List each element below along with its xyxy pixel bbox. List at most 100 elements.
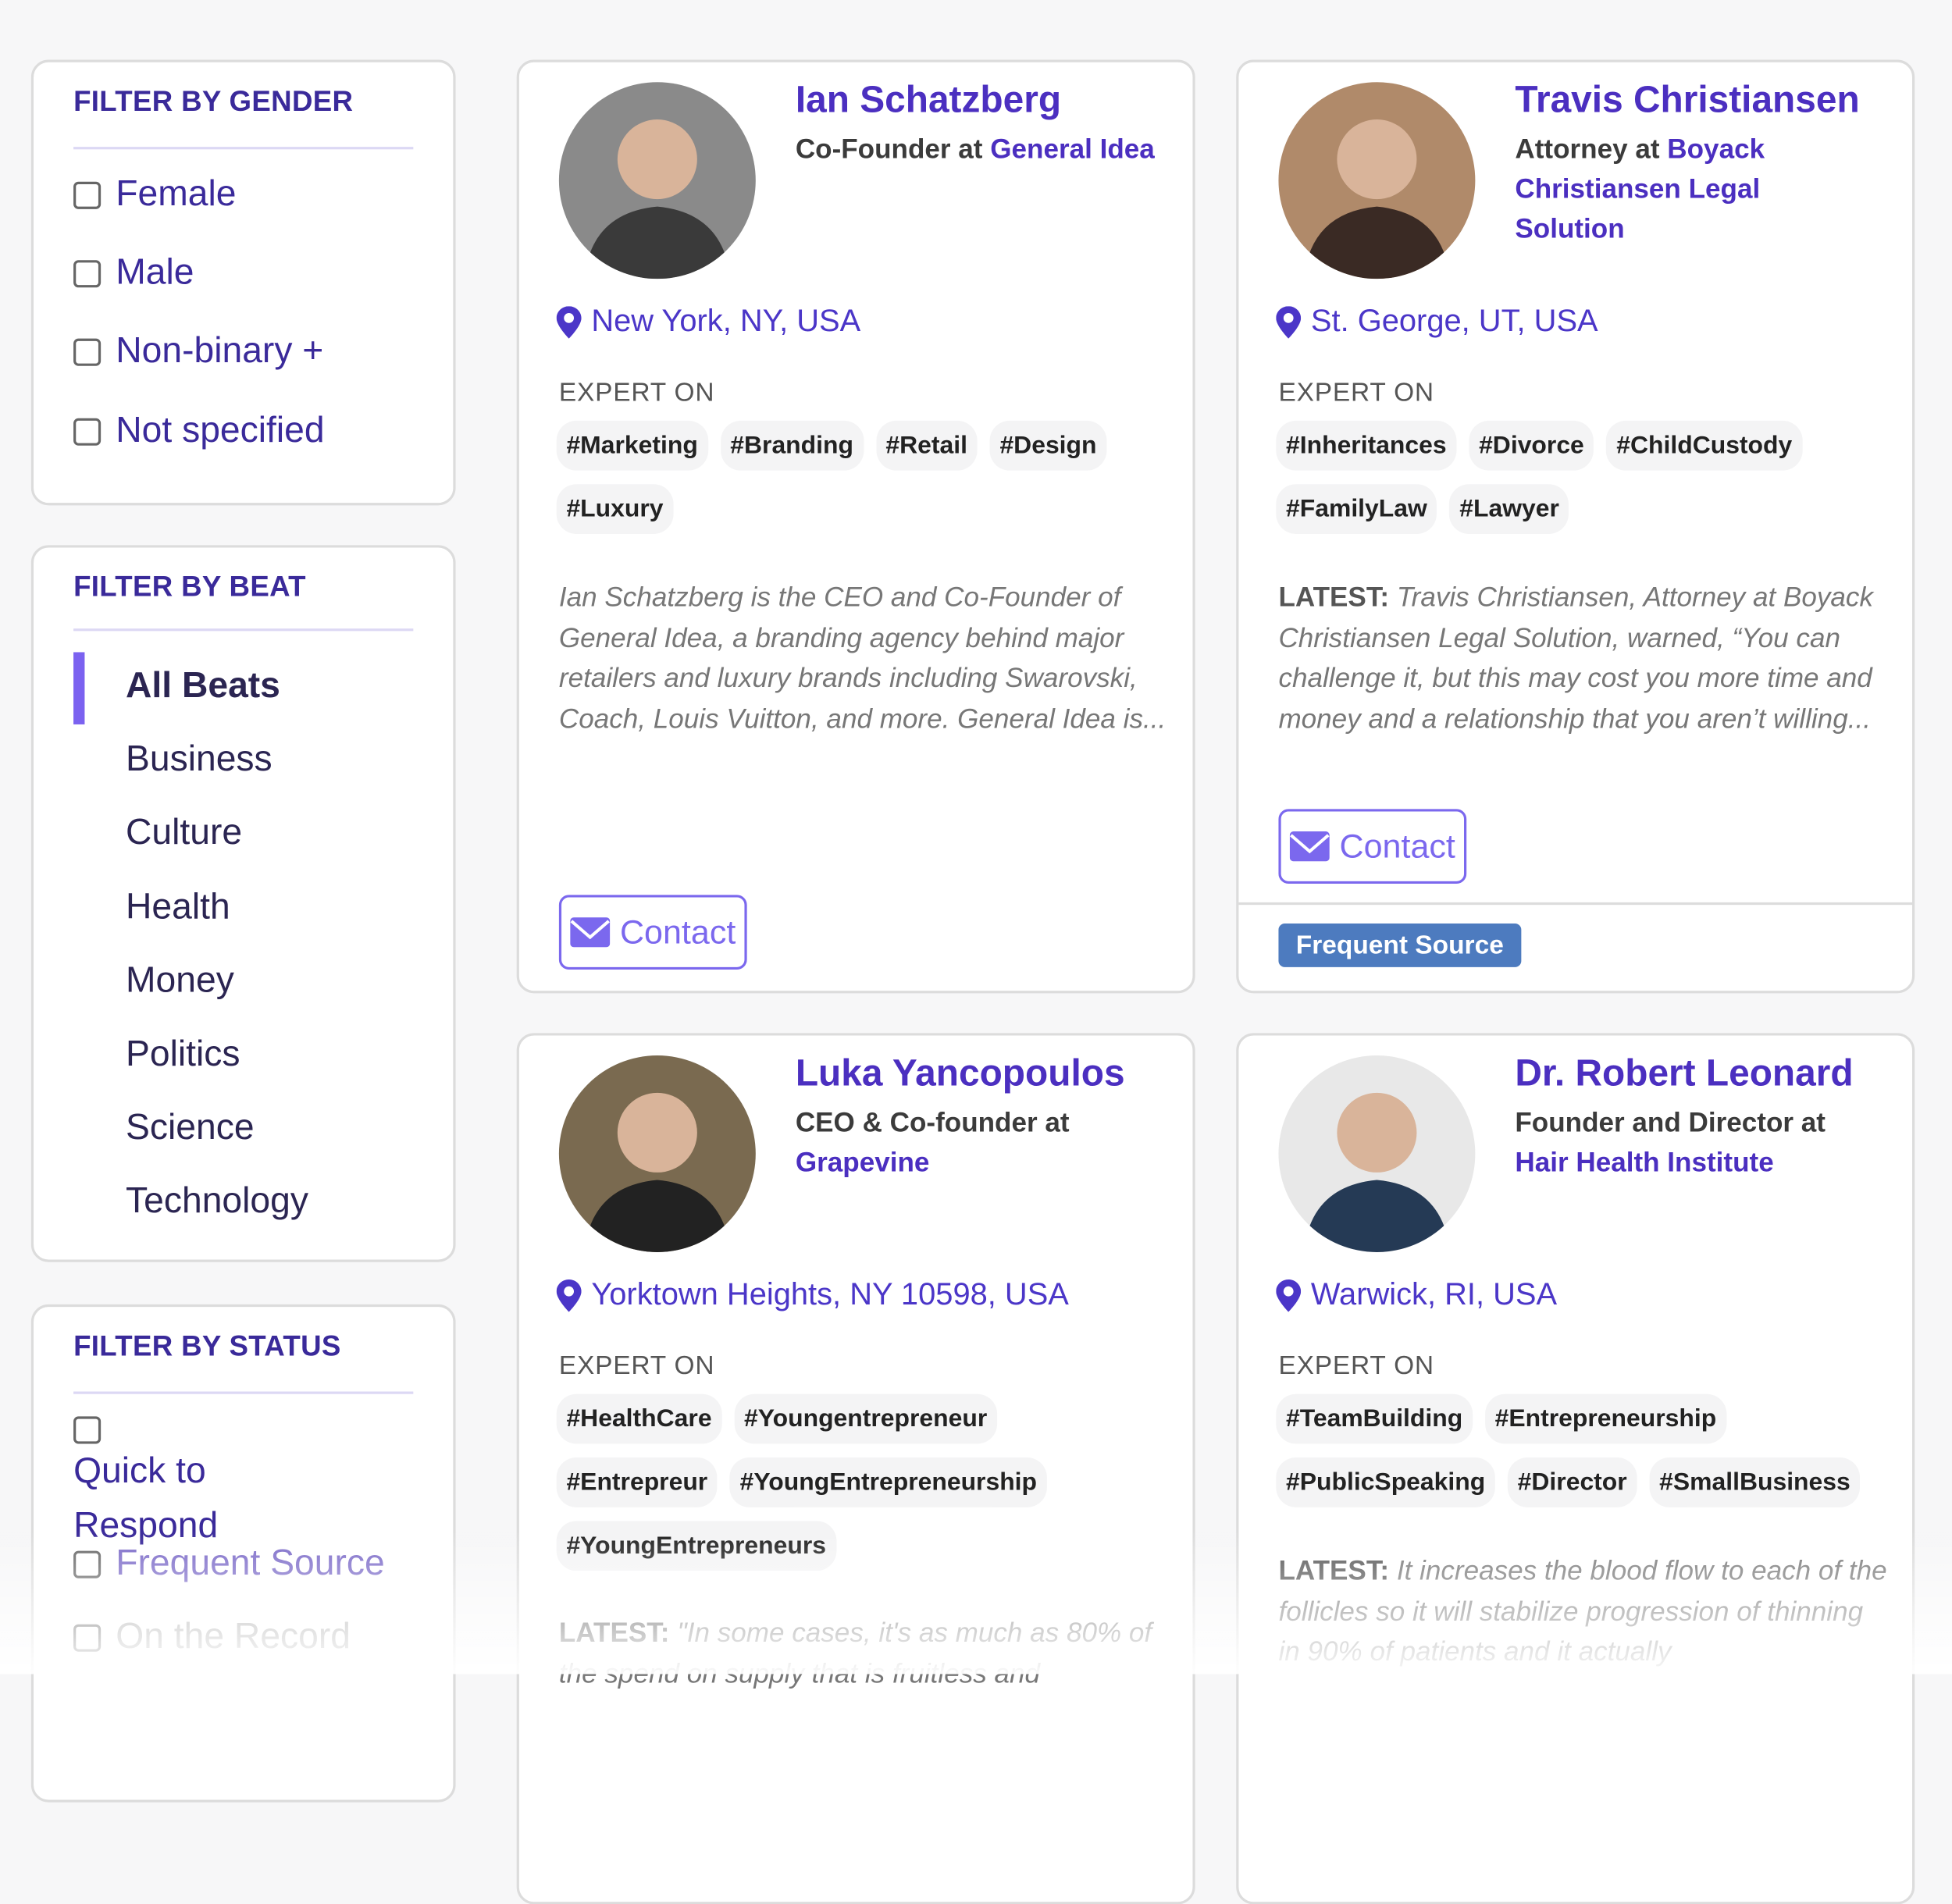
tag[interactable]: #Lawyer	[1449, 484, 1569, 534]
avatar[interactable]	[1278, 1055, 1476, 1252]
map-pin-icon	[1276, 1279, 1302, 1311]
expert-on-label: EXPERT ON	[1278, 1351, 1434, 1381]
status-option-frequent[interactable]: Frequent Source	[73, 1543, 385, 1585]
expert-description: Ian Schatzberg is the CEO and Co-Founder…	[559, 578, 1169, 739]
location: New York, NY, USA	[556, 304, 860, 340]
envelope-icon	[570, 917, 611, 948]
option-label: Female	[116, 174, 237, 215]
expert-description: LATEST: Travis Christiansen, Attorney at…	[1278, 578, 1888, 739]
beat-politics[interactable]: Politics	[126, 1034, 240, 1076]
latest-label: LATEST:	[1278, 581, 1390, 613]
expert-role: Attorney at Boyack Christiansen Legal So…	[1515, 130, 1875, 249]
tag[interactable]: #Retail	[875, 420, 978, 471]
tag[interactable]: #Entrepreneurship	[1484, 1393, 1726, 1444]
location: Warwick, RI, USA	[1276, 1277, 1557, 1313]
location-text: Yorktown Heights, NY 10598, USA	[591, 1276, 1069, 1312]
tag-list: #Inheritances #Divorce #ChildCustody #Famil…	[1276, 420, 1886, 534]
expert-role: CEO & Co-founder at Grapevine	[796, 1103, 1156, 1183]
checkbox[interactable]	[73, 1416, 102, 1444]
gender-option-female[interactable]: Female	[73, 174, 236, 215]
avatar[interactable]	[1278, 82, 1476, 279]
company-link[interactable]: Grapevine	[796, 1146, 930, 1177]
company-link[interactable]: General Idea	[990, 133, 1155, 165]
checkbox[interactable]	[73, 259, 102, 287]
option-label: Non-binary +	[116, 331, 324, 372]
divider	[73, 628, 414, 632]
active-indicator	[73, 652, 85, 724]
expert-role: Co-Founder at General Idea	[796, 130, 1156, 169]
tag[interactable]: #Design	[989, 420, 1107, 471]
expert-role: Founder and Director at Hair Health Inst…	[1515, 1103, 1875, 1183]
divider	[1238, 902, 1912, 906]
tag[interactable]: #YoungEntrepreneurs	[556, 1521, 836, 1571]
gender-option-nonbinary[interactable]: Non-binary +	[73, 331, 323, 372]
expert-card: Dr. Robert Leonard Founder and Director …	[1236, 1033, 1915, 1904]
beat-business[interactable]: Business	[126, 739, 272, 781]
gender-option-male[interactable]: Male	[73, 253, 194, 294]
tag[interactable]: #PublicSpeaking	[1276, 1457, 1495, 1507]
location: Yorktown Heights, NY 10598, USA	[556, 1276, 1069, 1313]
contact-label: Contact	[619, 913, 736, 951]
contact-button[interactable]: Contact	[558, 895, 747, 970]
map-pin-icon	[556, 305, 582, 338]
tag[interactable]: #Youngentrepreneur	[734, 1393, 998, 1444]
tag[interactable]: #FamilyLaw	[1276, 484, 1437, 534]
checkbox[interactable]	[73, 417, 102, 445]
checkbox[interactable]	[73, 1550, 102, 1578]
contact-button[interactable]: Contact	[1278, 809, 1467, 884]
avatar[interactable]	[558, 1055, 756, 1252]
latest-label: LATEST:	[1278, 1554, 1390, 1586]
beat-health[interactable]: Health	[126, 888, 230, 929]
checkbox[interactable]	[73, 180, 102, 209]
beat-culture[interactable]: Culture	[126, 813, 242, 854]
frequent-source-badge: Frequent Source	[1278, 924, 1522, 967]
tag[interactable]: #Inheritances	[1276, 420, 1457, 471]
expert-name[interactable]: Luka Yancopoulos	[796, 1053, 1125, 1095]
expert-card: Travis Christiansen Attorney at Boyack C…	[1236, 59, 1915, 994]
option-label: Frequent Source	[116, 1543, 385, 1584]
avatar[interactable]	[558, 82, 756, 279]
tag[interactable]: #Divorce	[1469, 420, 1594, 471]
tag[interactable]: #ChildCustody	[1606, 420, 1803, 471]
filter-beat-title: FILTER BY BEAT	[73, 570, 306, 603]
filter-gender-title: FILTER BY GENDER	[73, 84, 354, 117]
role-text: CEO & Co-founder at	[795, 1106, 1070, 1138]
gender-option-not-specified[interactable]: Not specified	[73, 411, 325, 452]
tag[interactable]: #SmallBusiness	[1649, 1457, 1861, 1507]
latest-label: LATEST:	[558, 1617, 670, 1648]
expert-on-label: EXPERT ON	[1278, 378, 1434, 407]
expert-description: LATEST: "In some cases, it's as much as …	[559, 1613, 1169, 1694]
tag[interactable]: #TeamBuilding	[1276, 1393, 1473, 1444]
checkbox[interactable]	[73, 337, 102, 365]
tag[interactable]: #HealthCare	[556, 1393, 722, 1444]
beat-money[interactable]: Money	[126, 961, 234, 1002]
expert-name[interactable]: Dr. Robert Leonard	[1515, 1053, 1853, 1095]
tag[interactable]: #Marketing	[556, 420, 708, 471]
tag[interactable]: #Luxury	[556, 484, 674, 534]
option-label: Not specified	[116, 411, 325, 451]
checkbox[interactable]	[73, 1623, 102, 1651]
tag[interactable]: #YoungEntrepreneurship	[729, 1457, 1047, 1507]
location-text: Warwick, RI, USA	[1310, 1276, 1558, 1312]
role-text: Founder and Director at	[1515, 1106, 1826, 1138]
expert-card: Luka Yancopoulos CEO & Co-founder at Gra…	[516, 1033, 1195, 1904]
tag[interactable]: #Branding	[720, 420, 864, 471]
location-text: St. George, UT, USA	[1310, 304, 1598, 339]
map-pin-icon	[1276, 305, 1302, 338]
role-text: Attorney at	[1515, 133, 1668, 165]
beat-science[interactable]: Science	[126, 1108, 254, 1149]
status-option-quick[interactable]: Quick to Respond	[73, 1416, 322, 1553]
expert-on-label: EXPERT ON	[558, 378, 715, 407]
expert-name[interactable]: Ian Schatzberg	[796, 80, 1061, 122]
company-link[interactable]: Hair Health Institute	[1515, 1146, 1773, 1177]
beat-all[interactable]: All Beats	[126, 666, 280, 707]
status-option-on-record[interactable]: On the Record	[73, 1617, 351, 1658]
tag[interactable]: #Director	[1507, 1457, 1637, 1507]
divider	[73, 1391, 414, 1394]
description-text: Ian Schatzberg is the CEO and Co-Founder…	[558, 581, 1167, 734]
expert-card: Ian Schatzberg Co-Founder at General Ide…	[516, 59, 1195, 994]
tag[interactable]: #Entrepreur	[556, 1457, 718, 1507]
expert-name[interactable]: Travis Christiansen	[1515, 80, 1859, 122]
beat-technology[interactable]: Technology	[126, 1181, 308, 1222]
tag-list: #HealthCare #Youngentrepreneur #Entrepreur…	[556, 1393, 1167, 1571]
